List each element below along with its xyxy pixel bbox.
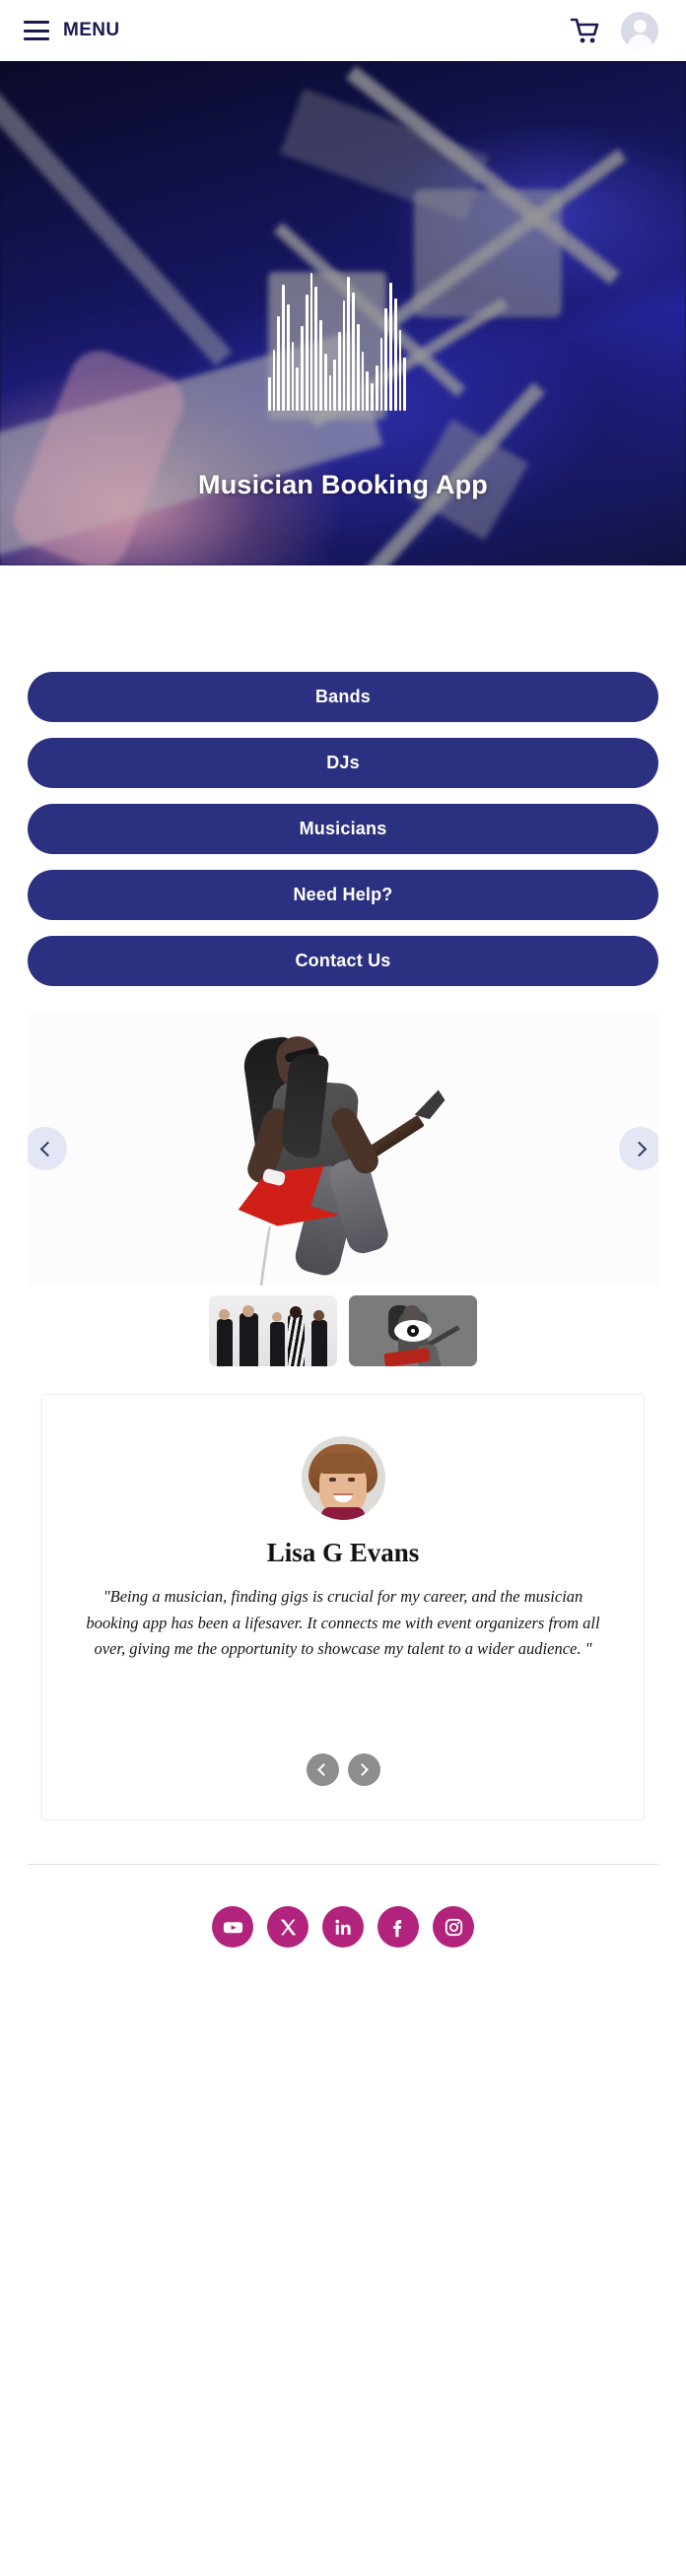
waveform-bar [342, 300, 346, 411]
waveform-bar [398, 330, 402, 411]
waveform-bar [286, 304, 290, 411]
guitar-cable [258, 1225, 272, 1286]
app-header: MENU [0, 0, 686, 61]
waveform-bar [314, 287, 318, 411]
chevron-right-icon [631, 1141, 647, 1156]
testimonial-prev-button[interactable] [306, 1753, 339, 1787]
gallery-prev-button[interactable] [28, 1127, 67, 1170]
x-twitter-icon [280, 1919, 296, 1936]
youtube-icon [223, 1921, 242, 1933]
waveform-bar [296, 367, 300, 411]
testimonial-quote: "Being a musician, finding gigs is cruci… [86, 1587, 600, 1659]
avatar-eye [328, 1478, 336, 1482]
hamburger-bar [24, 29, 49, 33]
header-right-group [570, 12, 658, 49]
avatar-head [633, 20, 647, 33]
testimonial-avatar [301, 1436, 385, 1520]
waveform-bar [301, 326, 304, 411]
header-left-group: MENU [24, 20, 120, 41]
hamburger-menu-icon[interactable] [24, 21, 49, 40]
shopping-cart-icon[interactable] [570, 17, 599, 44]
gallery-thumbnail-list [0, 1295, 686, 1366]
waveform-bar [361, 352, 365, 411]
waveform-bar [375, 365, 378, 411]
waveform-bar [309, 273, 313, 411]
gallery-thumbnail-band[interactable] [209, 1295, 337, 1366]
gallery-thumbnail-guitarist[interactable] [349, 1295, 477, 1366]
social-link-x-twitter[interactable] [267, 1906, 309, 1949]
linkedin-icon [334, 1919, 351, 1935]
avatar-silhouette-icon [621, 12, 658, 49]
testimonial-card: Lisa G Evans "Being a musician, finding … [41, 1394, 645, 1821]
social-link-instagram[interactable] [433, 1906, 474, 1949]
waveform-bar [384, 308, 388, 411]
chevron-left-icon [39, 1141, 55, 1156]
waveform-bar [333, 360, 337, 411]
instagram-icon [445, 1918, 462, 1936]
hamburger-bar [24, 21, 49, 24]
waveform-bar [319, 320, 322, 411]
social-link-facebook[interactable] [377, 1906, 419, 1949]
waveform-bar [366, 371, 370, 411]
social-link-linkedin[interactable] [322, 1906, 364, 1949]
waveform-bar [371, 383, 374, 411]
chevron-left-icon [317, 1763, 330, 1777]
waveform-bar [282, 285, 285, 411]
image-gallery [28, 1012, 658, 1286]
nav-button-djs[interactable]: DJs [28, 738, 658, 788]
waveform-bar [393, 298, 397, 411]
waveform-bar [323, 354, 327, 411]
waveform-bar [347, 277, 351, 411]
eye-pupil [407, 1325, 419, 1337]
waveform-bar [352, 293, 355, 411]
eye-icon[interactable] [394, 1320, 432, 1342]
waveform-bar [338, 332, 341, 411]
waveform-bar [272, 350, 276, 411]
social-link-youtube[interactable] [212, 1906, 253, 1949]
waveform-bar [328, 375, 332, 411]
hero-banner: Musician Booking App [0, 61, 686, 565]
waveform-bar [379, 338, 383, 411]
gallery-next-button[interactable] [619, 1127, 658, 1170]
nav-button-musicians[interactable]: Musicians [28, 804, 658, 854]
testimonial-nav [72, 1753, 614, 1787]
nav-button-bands[interactable]: Bands [28, 672, 658, 722]
hamburger-bar [24, 37, 49, 40]
avatar-body [627, 34, 652, 49]
waveform-bar [291, 342, 295, 411]
footer-divider [28, 1864, 658, 1866]
avatar-collar [320, 1507, 365, 1520]
audio-waveform-icon [268, 273, 407, 411]
waveform-bar [268, 377, 271, 411]
avatar-fringe [316, 1454, 369, 1474]
waveform-bar [389, 283, 392, 411]
waveform-bar [305, 295, 309, 411]
chevron-right-icon [356, 1763, 369, 1777]
nav-button-need-help[interactable]: Need Help? [28, 870, 658, 920]
testimonial-next-button[interactable] [347, 1753, 380, 1787]
gallery-main-image [220, 1021, 466, 1286]
avatar[interactable] [621, 12, 658, 49]
facebook-icon [393, 1920, 402, 1938]
menu-label[interactable]: MENU [63, 20, 120, 41]
waveform-bar [356, 324, 360, 411]
hero-title: Musician Booking App [198, 470, 488, 499]
avatar-eye [347, 1478, 355, 1482]
social-links [0, 1906, 686, 1949]
testimonial-author-name: Lisa G Evans [266, 1538, 420, 1567]
waveform-bar [277, 316, 281, 411]
nav-button-contact-us[interactable]: Contact Us [28, 936, 658, 986]
waveform-bar [403, 358, 407, 411]
category-button-list: Bands DJs Musicians Need Help? Contact U… [0, 565, 686, 986]
